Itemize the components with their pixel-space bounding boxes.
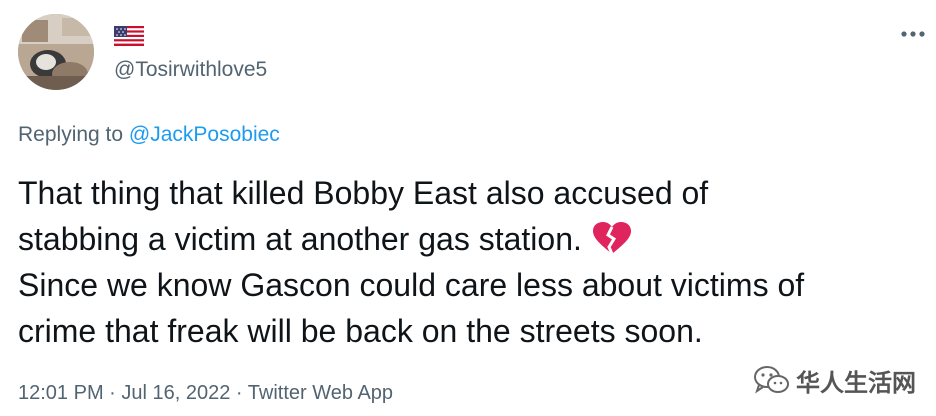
tweet-source[interactable]: Twitter Web App — [248, 382, 393, 404]
tweet-text-line: stabbing a victim at another gas station… — [18, 216, 928, 262]
more-options-button[interactable] — [898, 22, 928, 46]
tweet-text-line: That thing that killed Bobby East also a… — [18, 175, 709, 211]
tweet-time[interactable]: 12:01 PM — [18, 382, 104, 404]
avatar-image — [18, 14, 94, 90]
avatar[interactable] — [18, 14, 94, 90]
replying-to-label: Replying to — [18, 123, 129, 146]
tweet-meta: 12:01 PM · Jul 16, 2022 · Twitter Web Ap… — [18, 382, 393, 405]
broken-heart-icon — [592, 222, 632, 256]
tweet-date[interactable]: Jul 16, 2022 — [121, 382, 230, 404]
tweet-card: @Tosirwithlove5 Replying to @JackPosobie… — [0, 0, 936, 416]
watermark: 华人生活网 — [752, 360, 916, 400]
tweet-text-line: crime that freak will be back on the str… — [18, 313, 703, 349]
tweet-text-line: Since we know Gascon could care less abo… — [18, 267, 805, 303]
tweet-text-segment: stabbing a victim at another gas station… — [18, 221, 582, 257]
meta-separator: · — [230, 382, 248, 404]
replying-to: Replying to @JackPosobiec — [18, 123, 280, 147]
mention-link[interactable]: @JackPosobiec — [129, 123, 280, 146]
wechat-logo-icon — [754, 366, 789, 394]
tweet-text: That thing that killed Bobby East also a… — [18, 170, 928, 354]
us-flag-icon — [114, 26, 144, 46]
author-handle[interactable]: @Tosirwithlove5 — [114, 58, 267, 82]
watermark-text: 华人生活网 — [796, 368, 916, 397]
more-dots-icon — [901, 31, 925, 37]
meta-separator: · — [103, 382, 122, 404]
